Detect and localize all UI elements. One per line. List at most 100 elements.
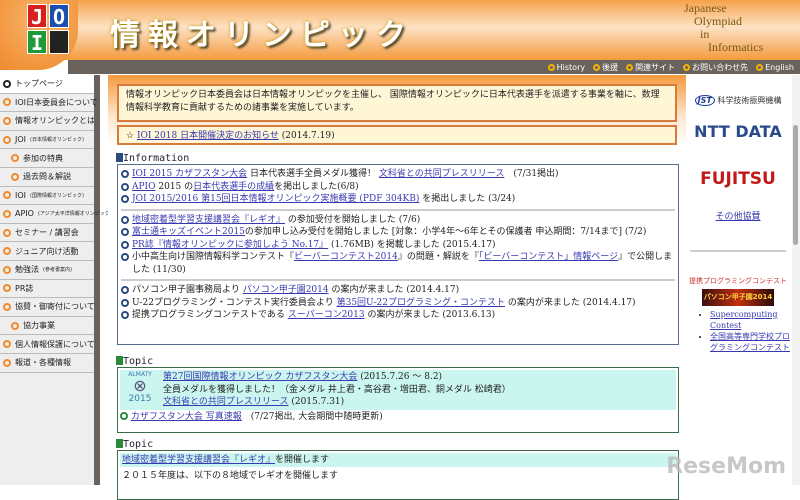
text: の案内が来ました (2013.6.13): [364, 310, 496, 320]
info-link[interactable]: JOI 2015/2016 第15回日本情報オリンピック実施概要 (PDF 30…: [132, 194, 419, 204]
sidebar-item[interactable]: トップページ: [0, 75, 94, 94]
sidebar-item[interactable]: セミナー / 講習会: [0, 224, 94, 243]
fujitsu-logo[interactable]: FUJITSU: [686, 169, 790, 189]
pasokon-banner[interactable]: パソコン甲子園2014: [702, 289, 774, 306]
circle-icon: [3, 247, 11, 256]
sidebar-note: (アジア太平洋情報オリンピック): [37, 211, 112, 218]
nav-contact[interactable]: お問い合わせ先: [683, 62, 748, 73]
sidebar-item[interactable]: APIO (アジア太平洋情報オリンピック): [0, 205, 112, 224]
scrollbar-thumb[interactable]: [793, 125, 798, 245]
info-item: APIO 2015 の日本代表選手の成績を掲出しました(6/8): [121, 181, 675, 194]
info-link[interactable]: 第35回U-22プログラミング・コンテスト: [337, 298, 505, 308]
info-link[interactable]: パソコン甲子園2014: [243, 285, 329, 295]
sidebar-item[interactable]: 参加の特典: [0, 149, 94, 168]
sidebar-label: 情報オリンピックとは: [15, 116, 95, 126]
heading-text: Information: [123, 153, 190, 164]
date: (2015.7.26 〜 8.2): [357, 372, 443, 382]
nttdata-logo[interactable]: NTT DATA: [686, 122, 790, 141]
info-link[interactable]: スーパーコン2013: [288, 310, 365, 320]
nav-related[interactable]: 関連サイト: [626, 62, 675, 73]
sidebar-label: PR誌: [15, 283, 34, 293]
info-item: JOI 2015/2016 第15回日本情報オリンピック実施概要 (PDF 30…: [121, 193, 675, 206]
sponsor-column: JST 科学技術振興機構 NTT DATA FUJITSU その他協賛 提携プロ…: [686, 75, 790, 485]
info-link[interactable]: 地域密着型学習支援講習会『レギオ』: [132, 215, 285, 225]
logo-nested: [49, 30, 69, 54]
logo-letter-j: J: [27, 4, 47, 29]
sidebar-item[interactable]: 情報オリンピックとは: [0, 112, 95, 131]
info-item: 富士通キッズイベント2015の参加申し込み受付を開始しました [対象：小学4年〜…: [121, 226, 675, 239]
topic-highlight: ALMATY ⊗ 2015 第27回国際情報オリンピック カザフスタン大会 (2…: [120, 370, 676, 410]
circle-icon: [756, 63, 764, 71]
sidebar: トップページ IOI日本委員会について情報オリンピックとは JOI (日本情報オリンピ…: [0, 75, 112, 485]
divider: [121, 208, 675, 211]
almaty-2015-badge: ALMATY ⊗ 2015: [123, 371, 157, 409]
nav-history[interactable]: History: [547, 63, 585, 72]
kosen-procon-link[interactable]: 全国高等専門学校プログラミングコンテスト: [710, 332, 790, 352]
circle-icon: [121, 311, 129, 319]
logo-letter-i: I: [27, 30, 47, 55]
sidebar-item[interactable]: 協賛・御寄付について: [0, 298, 95, 317]
sidebar-item[interactable]: JOI (日本情報オリンピック): [0, 131, 94, 150]
info-item: 地域密着型学習支援講習会『レギオ』 の参加受付を開始しました (7/6): [121, 214, 675, 227]
other-sponsors-link[interactable]: その他協賛: [715, 212, 760, 222]
sidebar-label: 参加の特典: [23, 153, 63, 163]
heading-text: Topic: [123, 356, 154, 367]
information-box: IOI 2015 カザフスタン大会 日本代表選手全員メダル獲得！ 文科省との共同…: [117, 164, 679, 345]
press-release-link[interactable]: 文科省との共同プレスリリース: [163, 397, 288, 407]
star-icon: ☆: [126, 131, 135, 141]
divider: [121, 279, 675, 281]
topic-heading: Topic: [116, 439, 153, 450]
sidebar-label: トップページ: [15, 79, 63, 89]
text: U-22プログラミング・コンテスト実行委員会より: [132, 297, 337, 308]
info-link[interactable]: 富士通キッズイベント2015: [132, 227, 245, 237]
info-link[interactable]: ビーバーコンテスト2014: [294, 252, 398, 262]
jst-logo[interactable]: JST 科学技術振興機構: [686, 95, 790, 106]
sidebar-item[interactable]: 協力事業: [0, 317, 94, 336]
circle-icon: [3, 228, 11, 237]
circle-icon: [3, 340, 11, 349]
info-link[interactable]: 「ビーバーコンテスト」情報ページ: [479, 252, 618, 262]
intro-text: 情報オリンピック日本委員会は日本情報オリンピックを主催し、 国際情報オリンピック…: [126, 90, 660, 113]
text: (7/31掲出): [504, 169, 559, 179]
sidebar-item[interactable]: 勉強法 (参考書案内): [0, 261, 94, 280]
topic-heading: Topic: [116, 356, 153, 367]
circle-icon: [3, 116, 11, 125]
text: の参加申し込み受付を開始しました [対象：小学4年〜6年とその保護者 申込期間：…: [244, 227, 647, 237]
text: 2015 の: [155, 181, 194, 192]
heading-text: Topic: [123, 439, 154, 450]
sidebar-item[interactable]: IOI日本委員会について: [0, 94, 98, 113]
text: を掲出しました(6/8): [274, 181, 359, 192]
sidebar-item[interactable]: PR誌: [0, 280, 94, 299]
photo-report-link[interactable]: カザフスタン大会 写真速報: [131, 412, 242, 422]
sidebar-label: IOI: [15, 190, 27, 200]
resemom-watermark: ReseMom: [666, 454, 786, 479]
sidebar-item[interactable]: 報道・各種情報: [0, 354, 94, 373]
site-header: J O I 情報オリンピック Japanese Olympiad in Info…: [0, 0, 800, 70]
text: の案内が来ました (2014.4.17): [328, 285, 460, 295]
nav-english[interactable]: English: [756, 63, 794, 72]
info-link[interactable]: 文科省との共同プレスリリース: [379, 169, 504, 179]
notice-link[interactable]: IOI 2018 日本開催決定のお知らせ: [137, 131, 279, 141]
info-link[interactable]: PR誌『情報オリンピックに参加しよう No.17』: [132, 240, 328, 250]
heading-marker: [116, 439, 123, 448]
text: を開催します: [275, 455, 330, 465]
scrollbar[interactable]: [792, 75, 800, 485]
info-link[interactable]: IOI 2015 カザフスタン大会: [132, 169, 247, 179]
info-link[interactable]: APIO: [132, 182, 156, 192]
info-item: 提携プログラミングコンテストである スーパーコン2013 の案内が来ました (2…: [121, 309, 675, 322]
site-title: 情報オリンピック: [110, 18, 414, 53]
info-link[interactable]: 日本代表選手の成績: [193, 182, 274, 192]
joi-logo[interactable]: J O I: [0, 0, 78, 70]
circle-icon: [11, 154, 19, 163]
sidebar-note: (日本情報オリンピック): [30, 137, 84, 144]
sidebar-item[interactable]: IOI (国際情報オリンピック): [0, 187, 94, 206]
supercomputing-link[interactable]: Supercomputing Contest: [710, 310, 778, 330]
regio-link[interactable]: 地域密着型学習支援講習会『レギオ』: [122, 455, 275, 465]
heading-marker: [116, 153, 123, 162]
sidebar-item[interactable]: 過去問＆解説: [0, 168, 94, 187]
contest-heading: 提携プログラミングコンテスト: [689, 277, 787, 285]
nav-sponsors[interactable]: 後援: [593, 62, 618, 73]
sidebar-item[interactable]: 個人情報保護について: [0, 335, 95, 354]
ioi2015-link[interactable]: 第27回国際情報オリンピック カザフスタン大会: [163, 372, 357, 382]
sidebar-item[interactable]: ジュニア向け活動: [0, 242, 94, 261]
